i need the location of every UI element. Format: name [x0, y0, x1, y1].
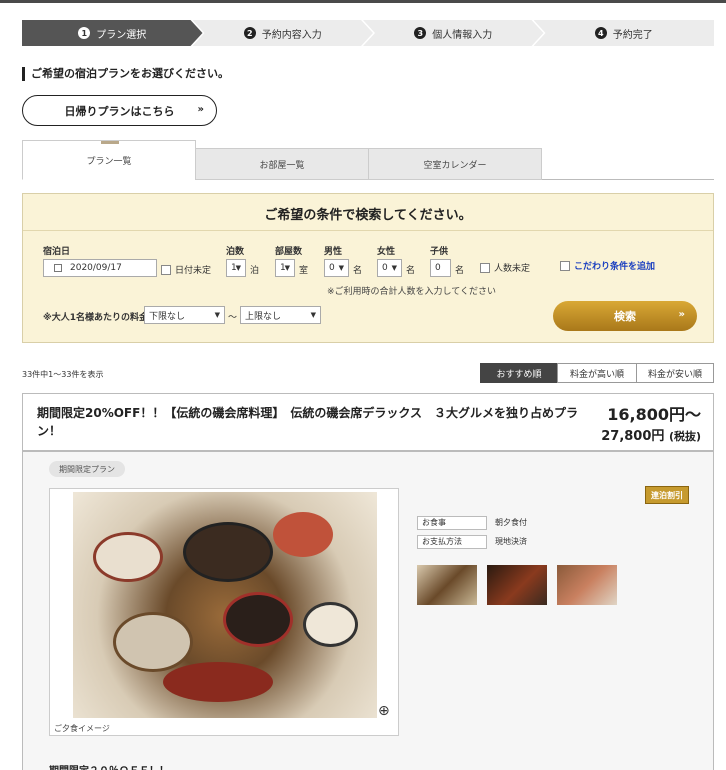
plan-card-header: 期間限定20%OFF！！【伝統の磯会席料理】 伝統の磯会席デラックス ３大グルメ… — [23, 394, 713, 452]
top-border — [0, 0, 726, 3]
people-note: ※ご利用時の合計人数を入力してください — [327, 287, 497, 297]
child-unit: 名 — [455, 266, 465, 276]
tab-room-list[interactable]: お部屋一覧 — [195, 148, 369, 180]
zoom-in-icon[interactable]: ⊕ — [378, 703, 390, 719]
search-button[interactable]: 検索 » — [553, 301, 697, 331]
plan-photo-box: ご夕食イメージ ⊕ — [49, 488, 399, 736]
extra-conditions-checkbox[interactable]: こだわり条件を追加 — [560, 259, 655, 272]
chevron-right-icon: » — [197, 104, 204, 115]
chevron-right-icon: » — [678, 309, 685, 320]
dropdown-caret-icon: ▼ — [310, 311, 316, 319]
step-reservation-input: 2 予約内容入力 — [193, 20, 374, 46]
rooms-unit: 室 — [299, 266, 309, 276]
rooms-select[interactable]: 1 ▼ — [275, 259, 295, 277]
plan-card: 期間限定20%OFF！！【伝統の磯会席料理】 伝統の磯会席デラックス ３大グルメ… — [22, 393, 714, 770]
photo-dish — [273, 512, 333, 557]
photo-caption: ご夕食イメージ — [54, 724, 110, 733]
rooms-label: 部屋数 — [275, 247, 303, 257]
photo-dish — [223, 592, 293, 647]
step-personal-info: 3 個人情報入力 — [363, 20, 544, 46]
plan-photo[interactable] — [73, 492, 377, 718]
payment-value: 現地決済 — [495, 537, 527, 546]
male-count-select[interactable]: 0 ▼ — [324, 259, 349, 277]
search-panel: ご希望の条件で検索してください。 宿泊日 2020/09/17 日付未定 泊数 … — [22, 193, 714, 343]
sort-price-low[interactable]: 料金が安い順 — [636, 363, 714, 383]
photo-dish — [183, 522, 273, 582]
price-range-separator: ～ — [228, 313, 238, 323]
limited-plan-badge: 期間限定プラン — [49, 461, 125, 477]
plan-price-sub: 27,800円 (税抜) — [601, 429, 701, 444]
nights-select[interactable]: 1 ▼ — [226, 259, 246, 277]
progress-steps: 1 プラン選択 2 予約内容入力 3 個人情報入力 4 予約完了 — [22, 20, 714, 46]
photo-dish — [163, 662, 273, 702]
child-count-input[interactable]: 0 — [430, 259, 451, 277]
date-undecided-checkbox[interactable]: 日付未定 — [161, 263, 211, 276]
step-complete: 4 予約完了 — [533, 20, 714, 46]
female-label: 女性 — [377, 247, 396, 257]
tab-availability-calendar[interactable]: 空室カレンダー — [368, 148, 542, 180]
meal-value: 朝夕食付 — [495, 518, 527, 527]
dropdown-caret-icon: ▼ — [214, 311, 220, 319]
price-label: ※大人1名様あたりの料金 — [43, 313, 149, 323]
payment-label: お支払方法 — [417, 535, 487, 549]
thumbnail-2[interactable] — [487, 565, 547, 605]
sort-recommended[interactable]: おすすめ順 — [480, 363, 558, 383]
thumbnail-3[interactable] — [557, 565, 617, 605]
search-title: ご希望の条件で検索してください。 — [264, 208, 472, 223]
payment-info-row: お支払方法 現地決済 — [417, 535, 527, 549]
plan-card-body: 期間限定プラン ご夕食イメージ ⊕ 連泊割引 お食事 朝夕食付 お支払方法 現地… — [23, 452, 713, 770]
female-count-select[interactable]: 0 ▼ — [377, 259, 402, 277]
consecutive-stay-discount-tag: 連泊割引 — [645, 486, 689, 504]
dropdown-caret-icon: ▼ — [338, 264, 344, 272]
dropdown-caret-icon: ▼ — [235, 264, 241, 272]
meal-label: お食事 — [417, 516, 487, 530]
male-unit: 名 — [353, 266, 363, 276]
checkin-date-input[interactable]: 2020/09/17 — [43, 259, 157, 277]
male-label: 男性 — [324, 247, 343, 257]
page-heading: ご希望の宿泊プランをお選びください。 — [22, 67, 229, 81]
thumbnail-1[interactable] — [417, 565, 477, 605]
female-unit: 名 — [406, 266, 416, 276]
dropdown-caret-icon: ▼ — [284, 264, 290, 272]
photo-dish — [93, 532, 163, 582]
search-divider — [23, 230, 713, 231]
step-plan-select: 1 プラン選択 — [22, 20, 203, 46]
results-count: 33件中1～33件を表示 — [22, 370, 104, 379]
plan-title[interactable]: 期間限定20%OFF！！【伝統の磯会席料理】 伝統の磯会席デラックス ３大グルメ… — [37, 404, 582, 440]
child-label: 子供 — [430, 247, 449, 257]
day-trip-plan-button[interactable]: 日帰りプランはこちら » — [22, 95, 217, 126]
photo-dish — [113, 612, 193, 672]
checkin-label: 宿泊日 — [43, 247, 71, 257]
price-min-select[interactable]: 下限なし ▼ — [144, 306, 225, 324]
nights-unit: 泊 — [250, 266, 260, 276]
photo-dish — [303, 602, 358, 647]
dropdown-caret-icon: ▼ — [391, 264, 397, 272]
tab-plan-list[interactable]: プラン一覧 — [22, 140, 196, 180]
sort-price-high[interactable]: 料金が高い順 — [557, 363, 637, 383]
view-tabs: プラン一覧 お部屋一覧 空室カレンダー — [22, 140, 714, 180]
plan-price-main: 16,800円～ — [607, 405, 701, 424]
calendar-icon — [54, 264, 62, 272]
next-plan-title: 期間限定２０％ＯＦＦ！！ — [49, 762, 169, 770]
nights-label: 泊数 — [226, 247, 245, 257]
people-undecided-checkbox[interactable]: 人数未定 — [480, 261, 530, 274]
price-max-select[interactable]: 上限なし ▼ — [240, 306, 321, 324]
meal-info-row: お食事 朝夕食付 — [417, 516, 527, 530]
